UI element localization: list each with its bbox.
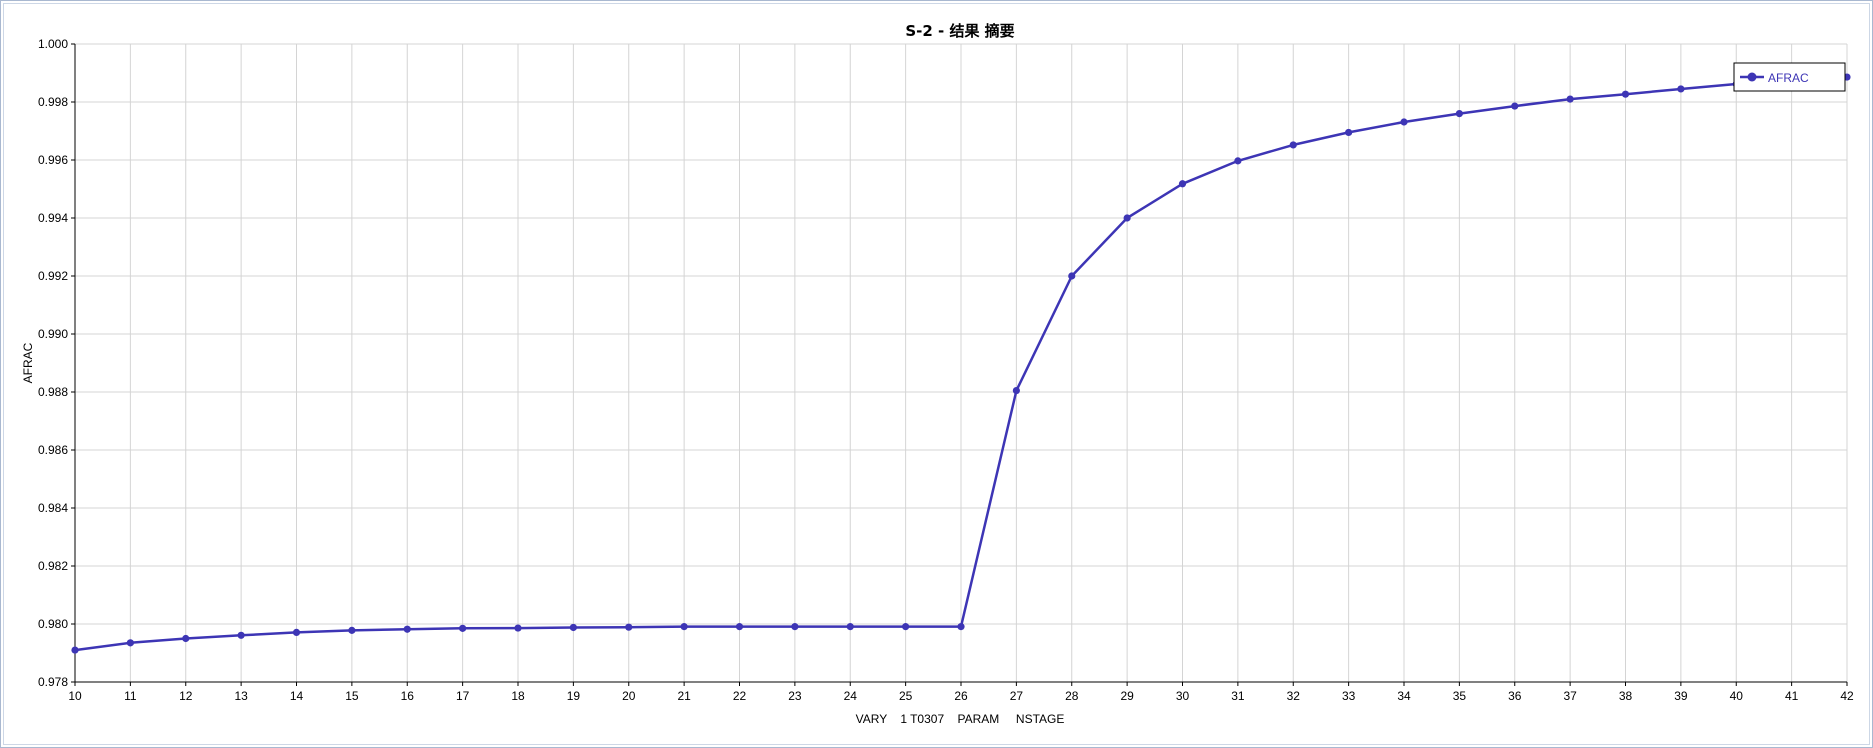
data-point	[292, 628, 301, 637]
legend[interactable]: AFRAC	[1733, 62, 1846, 92]
x-tick-label: 12	[179, 689, 193, 703]
data-point	[459, 624, 467, 632]
data-point	[1068, 272, 1076, 280]
x-tick-label: 36	[1508, 689, 1522, 703]
data-point	[1455, 110, 1463, 118]
x-tick-label: 13	[234, 689, 248, 703]
y-tick-label: 0.992	[38, 269, 68, 283]
y-tick-label: 0.988	[38, 385, 68, 399]
line-chart: 10 11 12 13 14 15 16 17 18 19 20 21 22 23 24 25 26 27 28 29…	[21, 22, 1854, 726]
x-tick-label: 16	[401, 689, 415, 703]
y-tick-label: 0.982	[38, 559, 68, 573]
x-tick-label: 33	[1342, 689, 1356, 703]
x-tick-label: 11	[124, 689, 137, 703]
y-tick-label: 0.980	[38, 617, 68, 631]
data-point	[126, 639, 134, 647]
legend-marker	[1747, 72, 1757, 82]
data-point	[846, 623, 854, 631]
x-tick-label: 32	[1287, 689, 1301, 703]
y-tick-labels: 0.978 0.980 0.982 0.984 0.986 0.988 0.990 0.992…	[38, 37, 68, 689]
x-tick-label: 35	[1453, 689, 1467, 703]
x-tick-label: 18	[511, 689, 525, 703]
data-point	[1289, 141, 1297, 149]
data-point	[957, 623, 965, 631]
x-tick-label: 40	[1730, 689, 1744, 703]
data-point	[1677, 85, 1685, 93]
x-tick-label: 20	[622, 689, 636, 703]
data-point	[569, 623, 577, 632]
x-tick-label: 31	[1231, 689, 1245, 703]
x-tick-label: 26	[954, 689, 968, 703]
x-tick-label: 17	[456, 689, 470, 703]
x-tick-label: 10	[68, 689, 82, 703]
x-tick-label: 41	[1785, 689, 1799, 703]
y-tick-label: 0.994	[38, 211, 68, 225]
data-point	[71, 646, 79, 654]
data-point	[1621, 90, 1630, 98]
x-tick-label: 25	[899, 689, 913, 703]
y-tick-label: 0.984	[38, 501, 68, 515]
legend-label: AFRAC	[1768, 71, 1809, 85]
y-tick-label: 0.978	[38, 675, 68, 689]
x-tick-label: 24	[844, 689, 858, 703]
data-point	[680, 623, 688, 631]
y-tick-label: 0.996	[38, 153, 68, 167]
chart-title: S-2 - 结果 摘要	[905, 22, 1014, 40]
data-point	[902, 623, 910, 631]
x-tick-label: 30	[1176, 689, 1190, 703]
data-point	[1345, 128, 1353, 137]
x-tick-label: 28	[1065, 689, 1079, 703]
data-point	[1012, 386, 1020, 395]
data-point	[182, 634, 190, 643]
y-tick-label: 0.986	[38, 443, 68, 457]
x-tick-label: 21	[677, 689, 691, 703]
data-point	[735, 623, 744, 631]
data-point	[1178, 180, 1187, 188]
x-tick-label: 23	[788, 689, 802, 703]
data-point	[791, 623, 799, 631]
data-point	[1511, 102, 1519, 110]
x-tick-label: 37	[1563, 689, 1577, 703]
data-point	[237, 631, 245, 639]
x-axis-title: VARY 1 T0307 PARAM NSTAGE	[856, 712, 1065, 726]
y-axis-title: AFRAC	[21, 342, 35, 383]
x-tick-label: 29	[1120, 689, 1134, 703]
x-tick-label: 14	[290, 689, 304, 703]
x-tick-labels: 10 11 12 13 14 15 16 17 18 19 20 21 22 23 24 25 26 27 28 29…	[68, 689, 1854, 703]
data-point	[625, 623, 633, 631]
x-tick-label: 38	[1619, 689, 1633, 703]
x-tick-label: 22	[733, 689, 747, 703]
x-tick-label: 15	[345, 689, 359, 703]
y-tick-label: 1.000	[38, 37, 68, 51]
x-tick-label: 42	[1840, 689, 1854, 703]
y-tick-label: 0.990	[38, 327, 68, 341]
x-tick-label: 27	[1010, 689, 1024, 703]
data-point	[1566, 95, 1574, 103]
data-point	[1123, 214, 1131, 222]
data-point	[514, 624, 522, 632]
data-point	[1400, 118, 1408, 126]
y-tick-label: 0.998	[38, 95, 68, 109]
data-point	[403, 625, 411, 633]
x-tick-label: 19	[567, 689, 581, 703]
data-point	[348, 626, 356, 634]
data-point	[1234, 157, 1242, 165]
x-tick-label: 34	[1397, 689, 1411, 703]
x-tick-label: 39	[1674, 689, 1688, 703]
